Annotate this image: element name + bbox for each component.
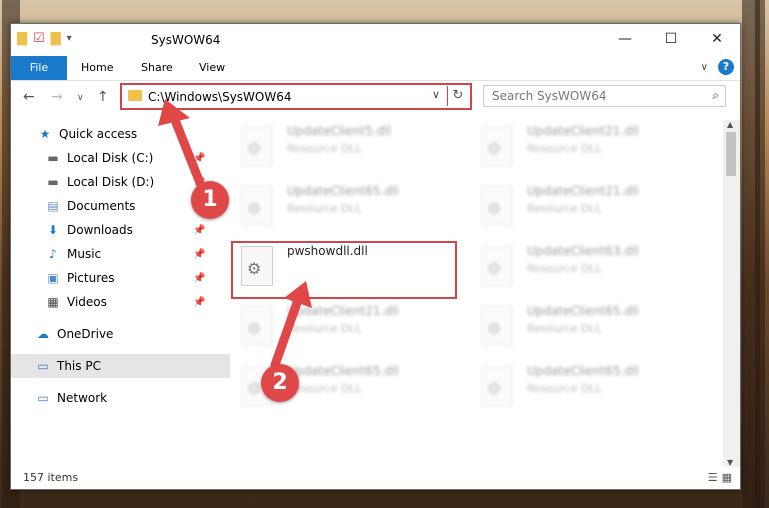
pin-icon[interactable]: 📌 xyxy=(193,225,205,236)
pin-icon[interactable]: 📌 xyxy=(193,297,205,308)
step-2-badge: 2 xyxy=(261,364,299,402)
pin-icon[interactable]: 📌 xyxy=(193,273,205,284)
network-icon: ▭ xyxy=(37,391,49,405)
navigation-pane: ★ Quick access ▬ Local Disk (C:) 📌 ▬ Loc… xyxy=(11,120,230,460)
sidebar-item-local-disk-c[interactable]: ▬ Local Disk (C:) 📌 xyxy=(11,146,240,170)
search-placeholder: Search SysWOW64 xyxy=(492,89,607,103)
drive-icon: ▬ xyxy=(47,151,59,165)
file-item[interactable]: UpdateClient21.dll Resource DLL xyxy=(237,302,467,358)
sidebar-item-onedrive[interactable]: ☁ OneDrive xyxy=(11,322,230,346)
drive-icon: ▬ xyxy=(47,175,59,189)
dll-file-icon xyxy=(241,306,273,346)
dll-file-icon xyxy=(481,306,513,346)
file-item[interactable]: UpdateClient65.dll Resource DLL xyxy=(477,362,707,418)
up-arrow-icon[interactable]: ↑ xyxy=(97,89,109,105)
pin-icon[interactable]: 📌 xyxy=(193,153,205,164)
documents-icon: ▤ xyxy=(47,199,59,213)
minimize-button[interactable]: — xyxy=(602,24,648,54)
scroll-down-icon[interactable]: ▼ xyxy=(727,458,733,467)
sidebar-item-pictures[interactable]: ▣ Pictures 📌 xyxy=(11,266,240,290)
quick-access-toolbar: ▇ ☑ ▇ ▾ xyxy=(17,31,72,46)
back-arrow-icon[interactable]: ← xyxy=(23,89,35,105)
videos-icon: ▦ xyxy=(47,295,59,309)
pictures-icon: ▣ xyxy=(47,271,59,285)
file-item[interactable]: UpdateClient5.dll Resource DLL xyxy=(237,122,467,178)
ribbon: File Home Share View ∨ ? xyxy=(11,56,740,81)
status-bar: 157 items ☰ ▦ xyxy=(11,467,740,489)
dll-file-icon xyxy=(481,126,513,166)
large-icons-view-icon[interactable]: ▦ xyxy=(722,471,732,484)
download-icon: ⬇ xyxy=(47,223,59,237)
dll-file-icon xyxy=(481,186,513,226)
address-bar[interactable]: C:\Windows\SysWOW64 ∨ ↻ xyxy=(120,83,472,110)
recent-locations-icon[interactable]: ∨ xyxy=(77,93,84,103)
dll-file-icon xyxy=(481,246,513,286)
file-item[interactable]: UpdateClient21.dll Resource DLL xyxy=(477,122,707,178)
dll-file-icon xyxy=(481,366,513,406)
scroll-up-icon[interactable]: ▲ xyxy=(727,120,733,129)
address-path: C:\Windows\SysWOW64 xyxy=(148,90,292,104)
dll-file-icon xyxy=(241,126,273,166)
step-1-badge: 1 xyxy=(191,181,229,219)
pin-icon[interactable]: 📌 xyxy=(193,249,205,260)
file-highlight-box xyxy=(231,241,457,299)
file-item[interactable]: UpdateClient65.dll Resource DLL xyxy=(237,182,467,238)
refresh-icon[interactable]: ↻ xyxy=(447,86,468,106)
sidebar-item-videos[interactable]: ▦ Videos 📌 xyxy=(11,290,240,314)
forward-arrow-icon[interactable]: → xyxy=(51,89,63,105)
file-item[interactable]: UpdateClient65.dll Resource DLL xyxy=(477,302,707,358)
folder-icon xyxy=(128,90,142,101)
file-item[interactable]: UpdateClient21.dll Resource DLL xyxy=(477,182,707,238)
sidebar-item-network[interactable]: ▭ Network xyxy=(11,386,230,410)
tab-share[interactable]: Share xyxy=(141,56,173,80)
search-icon: ⌕ xyxy=(712,88,719,102)
dll-file-icon xyxy=(241,186,273,226)
scrollbar-thumb[interactable] xyxy=(726,132,736,176)
explorer-window: ▇ ☑ ▇ ▾ SysWOW64 — ☐ ✕ File Home Share V… xyxy=(10,23,741,490)
window-title: SysWOW64 xyxy=(151,33,221,47)
vertical-scrollbar[interactable]: ▲ ▼ xyxy=(723,120,740,467)
star-icon: ★ xyxy=(39,127,51,141)
title-bar: ▇ ☑ ▇ ▾ SysWOW64 — ☐ ✕ xyxy=(11,24,740,56)
item-count: 157 items xyxy=(23,471,79,484)
expand-ribbon-icon[interactable]: ∨ xyxy=(701,62,708,73)
cloud-icon: ☁ xyxy=(37,327,49,341)
properties-icon[interactable]: ☑ xyxy=(33,31,45,46)
folder-icon[interactable]: ▇ xyxy=(17,31,27,46)
details-view-icon[interactable]: ☰ xyxy=(708,471,718,484)
file-item[interactable]: UpdateClient63.dll Resource DLL xyxy=(477,242,707,298)
customize-toolbar-icon[interactable]: ▾ xyxy=(67,33,72,44)
music-icon: ♪ xyxy=(49,247,57,261)
computer-icon: ▭ xyxy=(37,359,49,373)
search-input[interactable]: Search SysWOW64 ⌕ xyxy=(483,85,726,107)
help-icon[interactable]: ? xyxy=(718,59,734,75)
sidebar-item-quick-access[interactable]: ★ Quick access xyxy=(11,122,232,146)
maximize-button[interactable]: ☐ xyxy=(648,24,694,54)
sidebar-item-this-pc[interactable]: ▭ This PC xyxy=(11,354,230,378)
tab-view[interactable]: View xyxy=(199,56,225,80)
new-folder-icon[interactable]: ▇ xyxy=(51,31,61,46)
navigation-bar: ← → ∨ ↑ C:\Windows\SysWOW64 ∨ ↻ Search S… xyxy=(11,81,740,113)
sidebar-item-music[interactable]: ♪ Music 📌 xyxy=(11,242,240,266)
tab-home[interactable]: Home xyxy=(81,56,113,80)
tab-file[interactable]: File xyxy=(11,56,67,80)
close-button[interactable]: ✕ xyxy=(694,24,740,54)
chevron-down-icon[interactable]: ∨ xyxy=(432,88,440,101)
sidebar-item-downloads[interactable]: ⬇ Downloads 📌 xyxy=(11,218,240,242)
